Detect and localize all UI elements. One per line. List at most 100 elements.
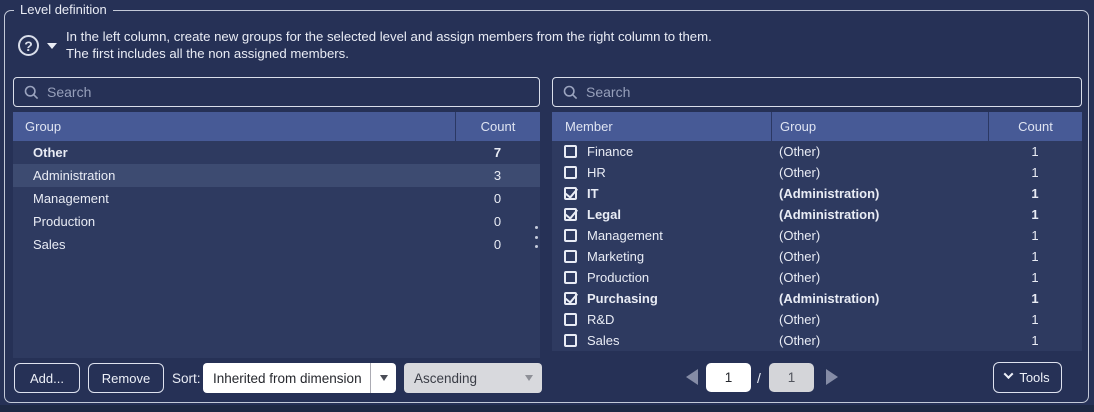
member-checkbox[interactable] bbox=[564, 313, 577, 326]
member-group-cell: (Other) bbox=[771, 312, 988, 327]
sort-by-dropdown[interactable]: Inherited from dimension bbox=[203, 363, 396, 393]
instructions-text: In the left column, create new groups fo… bbox=[66, 28, 712, 62]
instructions-line-1: In the left column, create new groups fo… bbox=[66, 28, 712, 45]
member-group-cell: (Administration) bbox=[771, 207, 988, 222]
group-name-cell: Sales bbox=[13, 237, 455, 252]
instructions-line-2: The first includes all the non assigned … bbox=[66, 45, 712, 62]
groups-table: Group Count Other7Administration3Managem… bbox=[13, 112, 540, 358]
search-icon bbox=[24, 85, 39, 100]
members-search-input[interactable] bbox=[586, 84, 1071, 100]
group-name-cell: Administration bbox=[13, 168, 455, 183]
member-count-cell: 1 bbox=[988, 144, 1082, 159]
member-count-cell: 1 bbox=[988, 186, 1082, 201]
column-header-group[interactable]: Group bbox=[13, 112, 455, 141]
bottom-edge-strip bbox=[0, 405, 1094, 412]
sort-direction-dropdown[interactable]: Ascending bbox=[404, 363, 542, 393]
member-name-cell: Legal bbox=[552, 207, 771, 222]
member-row[interactable]: Legal (Administration)1 bbox=[552, 204, 1082, 225]
remove-button[interactable]: Remove bbox=[88, 363, 164, 393]
group-count-cell: 0 bbox=[455, 237, 540, 252]
group-count-cell: 0 bbox=[455, 214, 540, 229]
group-count-cell: 7 bbox=[455, 145, 540, 160]
groups-search-input[interactable] bbox=[47, 84, 529, 100]
member-name-label: HR bbox=[587, 165, 606, 180]
member-count-cell: 1 bbox=[988, 228, 1082, 243]
member-row[interactable]: Purchasing(Administration)1 bbox=[552, 288, 1082, 309]
search-icon bbox=[563, 85, 578, 100]
member-row[interactable]: IT(Administration)1 bbox=[552, 183, 1082, 204]
member-count-cell: 1 bbox=[988, 207, 1082, 222]
current-page-input[interactable] bbox=[706, 363, 751, 392]
member-checkbox-checked[interactable] bbox=[564, 292, 577, 305]
group-row[interactable]: Administration3 bbox=[13, 164, 540, 187]
member-group-cell: (Other) bbox=[771, 144, 988, 159]
group-row[interactable]: Production0 bbox=[13, 210, 540, 233]
member-checkbox[interactable] bbox=[564, 250, 577, 263]
help-caret-down-icon[interactable] bbox=[47, 43, 57, 49]
column-header-count[interactable]: Count bbox=[455, 112, 540, 141]
tools-button[interactable]: Tools bbox=[993, 362, 1062, 393]
groups-search-box bbox=[13, 77, 540, 107]
previous-page-icon[interactable] bbox=[686, 369, 698, 385]
member-name-cell: Purchasing bbox=[552, 291, 771, 306]
member-checkbox[interactable] bbox=[564, 145, 577, 158]
member-name-label: Legal bbox=[587, 207, 621, 222]
member-row[interactable]: HR (Other)1 bbox=[552, 162, 1082, 183]
member-count-cell: 1 bbox=[988, 291, 1082, 306]
member-row[interactable]: Production (Other)1 bbox=[552, 267, 1082, 288]
member-name-cell: Finance bbox=[552, 144, 771, 159]
member-name-cell: R&D bbox=[552, 312, 771, 327]
group-row[interactable]: Other7 bbox=[13, 141, 540, 164]
page-separator: / bbox=[757, 363, 761, 392]
member-group-cell: (Administration) bbox=[771, 186, 988, 201]
group-name-cell: Management bbox=[13, 191, 455, 206]
group-row[interactable]: Management0 bbox=[13, 187, 540, 210]
panel-splitter-handle[interactable] bbox=[534, 226, 538, 248]
member-group-cell: (Other) bbox=[771, 333, 988, 348]
member-row[interactable]: R&D(Other)1 bbox=[552, 309, 1082, 330]
group-count-cell: 3 bbox=[455, 168, 540, 183]
member-group-cell: (Other) bbox=[771, 270, 988, 285]
member-checkbox[interactable] bbox=[564, 334, 577, 347]
column-header-group[interactable]: Group bbox=[771, 112, 988, 141]
panel-legend: Level definition bbox=[14, 2, 113, 17]
dropdown-arrow-icon[interactable] bbox=[370, 363, 396, 393]
member-name-cell: Production bbox=[552, 270, 771, 285]
help-icon[interactable]: ? bbox=[18, 35, 39, 56]
member-name-label: Sales bbox=[587, 333, 620, 348]
group-row[interactable]: Sales0 bbox=[13, 233, 540, 256]
sort-direction-value: Ascending bbox=[404, 371, 516, 386]
members-table-body: Finance(Other)1HR(Other)1IT(Administrati… bbox=[552, 141, 1082, 351]
group-count-cell: 0 bbox=[455, 191, 540, 206]
member-row[interactable]: Marketing(Other)1 bbox=[552, 246, 1082, 267]
sort-label: Sort: bbox=[172, 363, 201, 393]
add-button[interactable]: Add... bbox=[14, 363, 80, 393]
member-name-label: Purchasing bbox=[587, 291, 658, 306]
member-row[interactable]: Management(Other)1 bbox=[552, 225, 1082, 246]
member-checkbox[interactable] bbox=[564, 166, 577, 179]
members-search-box bbox=[552, 77, 1082, 107]
group-name-cell: Other bbox=[13, 145, 455, 160]
member-row[interactable]: Sales (Other)1 bbox=[552, 330, 1082, 351]
member-name-cell: Marketing bbox=[552, 249, 771, 264]
member-name-label: Finance bbox=[587, 144, 633, 159]
total-pages-box: 1 bbox=[769, 363, 814, 392]
member-group-cell: (Other) bbox=[771, 165, 988, 180]
member-name-label: Production bbox=[587, 270, 649, 285]
member-checkbox-checked[interactable] bbox=[564, 187, 577, 200]
member-count-cell: 1 bbox=[988, 270, 1082, 285]
tools-button-label: Tools bbox=[1019, 370, 1049, 385]
member-count-cell: 1 bbox=[988, 165, 1082, 180]
member-name-label: Marketing bbox=[587, 249, 644, 264]
member-checkbox-checked[interactable] bbox=[564, 208, 577, 221]
member-row[interactable]: Finance (Other)1 bbox=[552, 141, 1082, 162]
member-name-label: Management bbox=[587, 228, 663, 243]
member-checkbox[interactable] bbox=[564, 271, 577, 284]
member-checkbox[interactable] bbox=[564, 229, 577, 242]
groups-table-header: Group Count bbox=[13, 112, 540, 141]
column-header-count[interactable]: Count bbox=[988, 112, 1082, 141]
member-group-cell: (Other) bbox=[771, 249, 988, 264]
column-header-member[interactable]: Member bbox=[552, 112, 771, 141]
member-count-cell: 1 bbox=[988, 333, 1082, 348]
next-page-icon[interactable] bbox=[826, 369, 838, 385]
